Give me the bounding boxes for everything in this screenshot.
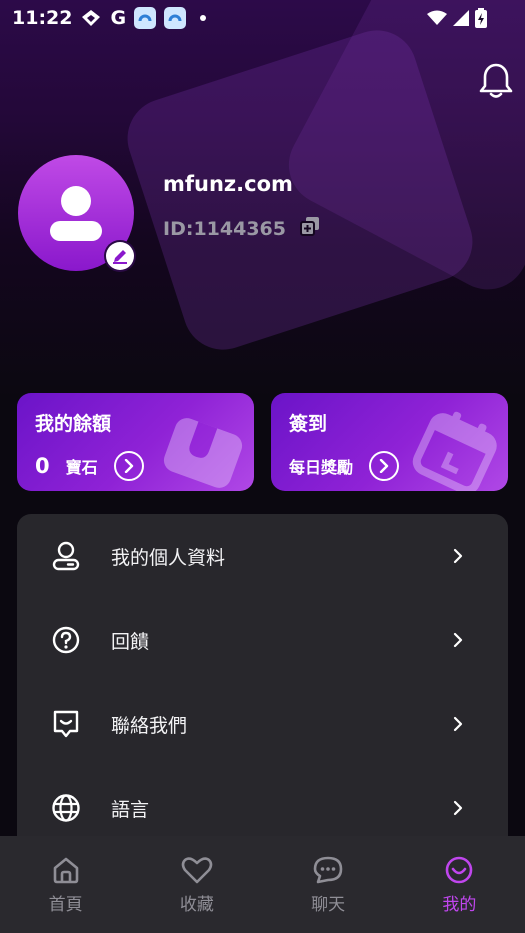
status-bar: 11:22 G bbox=[0, 0, 525, 36]
me-icon bbox=[444, 856, 474, 888]
signin-card[interactable]: 簽到 每日獎勵 bbox=[271, 393, 508, 491]
diamond-icon bbox=[80, 8, 102, 28]
tab-label: 聊天 bbox=[311, 895, 346, 915]
username: mfunz.com bbox=[163, 172, 293, 196]
chevron-right-icon[interactable] bbox=[369, 451, 400, 481]
tab-chat[interactable]: 聊天 bbox=[263, 836, 394, 933]
wifi-icon bbox=[427, 10, 447, 26]
question-icon bbox=[50, 624, 82, 656]
user-id: ID:1144365 bbox=[163, 216, 320, 241]
tab-label: 首頁 bbox=[48, 895, 83, 915]
chevron-right-icon bbox=[450, 632, 466, 648]
menu-item-label: 我的個人資料 bbox=[111, 546, 226, 569]
menu-item-feedback[interactable]: 回饋 bbox=[17, 598, 508, 682]
copy-icon[interactable] bbox=[299, 216, 320, 241]
menu-item-label: 聯絡我們 bbox=[111, 714, 188, 737]
daily-reward-label: 每日獎勵 bbox=[289, 458, 354, 477]
tab-label: 收藏 bbox=[179, 895, 214, 915]
wallet-icon bbox=[158, 415, 248, 491]
menu-item-label: 語言 bbox=[111, 798, 150, 821]
user-id-text: ID:1144365 bbox=[163, 217, 286, 240]
signal-icon bbox=[453, 10, 469, 26]
globe-icon bbox=[50, 792, 82, 824]
notification-bell-icon[interactable] bbox=[478, 62, 514, 100]
balance-title: 我的餘額 bbox=[35, 413, 112, 435]
settings-menu: 我的個人資料 回饋 聯絡我們 語言 bbox=[17, 514, 508, 854]
tab-label: 我的 bbox=[442, 895, 477, 915]
message-icon bbox=[50, 708, 82, 740]
balance-value: 0 bbox=[35, 454, 50, 478]
dot-icon bbox=[200, 15, 207, 21]
chevron-right-icon bbox=[450, 548, 466, 564]
tab-home[interactable]: 首頁 bbox=[0, 836, 131, 933]
app-icon bbox=[134, 7, 157, 29]
pencil-icon bbox=[113, 250, 127, 264]
chat-icon bbox=[313, 856, 343, 888]
tab-favorites[interactable]: 收藏 bbox=[131, 836, 262, 933]
chevron-right-icon bbox=[450, 800, 466, 816]
chevron-right-icon bbox=[450, 716, 466, 732]
signin-title: 簽到 bbox=[289, 413, 328, 435]
menu-item-profile[interactable]: 我的個人資料 bbox=[17, 514, 508, 598]
profile-icon bbox=[50, 540, 82, 572]
menu-item-contact[interactable]: 聯絡我們 bbox=[17, 682, 508, 766]
menu-item-label: 回饋 bbox=[111, 630, 150, 653]
app-icon bbox=[164, 7, 187, 29]
balance-unit: 寶石 bbox=[65, 458, 98, 477]
balance-card[interactable]: 我的餘額 0 寶石 bbox=[17, 393, 254, 491]
status-time: 11:22 bbox=[12, 7, 73, 29]
chevron-right-icon[interactable] bbox=[113, 451, 144, 481]
bottom-tab-bar: 首頁 收藏 聊天 我的 bbox=[0, 836, 525, 933]
battery-icon bbox=[475, 8, 487, 28]
g-icon: G bbox=[110, 7, 127, 29]
edit-avatar-button[interactable] bbox=[106, 242, 134, 270]
home-icon bbox=[51, 856, 81, 888]
tab-me[interactable]: 我的 bbox=[394, 836, 525, 933]
calendar-icon bbox=[410, 411, 502, 491]
heart-icon bbox=[181, 856, 213, 888]
user-icon bbox=[50, 186, 102, 241]
